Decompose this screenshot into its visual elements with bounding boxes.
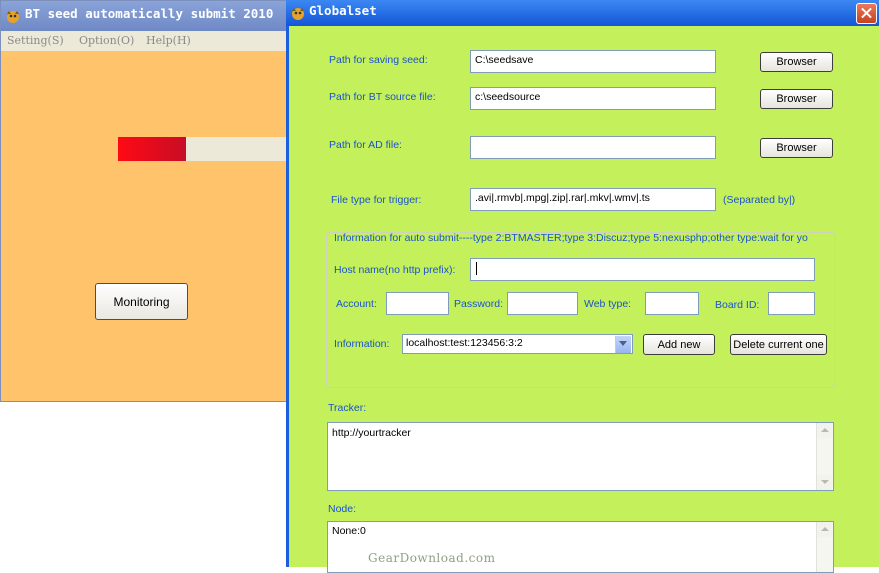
app-icon	[7, 11, 19, 23]
tracker-value: http://yourtracker	[332, 427, 411, 439]
file-type-input[interactable]: .avi|.rmvb|.mpg|.zip|.rar|.mkv|.wmv|.ts	[470, 188, 716, 211]
information-label: Information:	[334, 338, 390, 350]
dialog-title-bar[interactable]: Globalset	[286, 0, 879, 26]
host-name-label: Host name(no http prefix):	[334, 264, 456, 276]
information-select[interactable]: localhost:test:123456:3:2	[402, 334, 633, 354]
app-icon	[292, 8, 304, 20]
ad-path-label: Path for AD file:	[329, 139, 402, 151]
source-path-input[interactable]: c:\seedsource	[470, 87, 716, 110]
board-id-label: Board ID:	[715, 299, 760, 311]
menu-help[interactable]: Help(H)	[146, 34, 191, 47]
file-type-hint: (Separated by|)	[723, 194, 796, 206]
browse-save-path-button[interactable]: Browser	[760, 52, 833, 72]
save-path-input[interactable]: C:\seedsave	[470, 50, 716, 73]
dialog-border	[286, 26, 289, 567]
main-window: BT seed automatically submit 2010 Settin…	[0, 0, 288, 402]
tracker-label: Tracker:	[328, 402, 367, 414]
host-name-input[interactable]	[470, 258, 815, 281]
source-path-label: Path for BT source file:	[329, 91, 436, 103]
watermark: GearDownload.com	[368, 551, 496, 565]
main-window-title: BT seed automatically submit 2010	[25, 6, 274, 21]
chevron-down-icon[interactable]	[615, 336, 631, 353]
scroll-up-icon[interactable]	[817, 522, 832, 537]
main-title-bar[interactable]: BT seed automatically submit 2010	[1, 1, 286, 31]
browse-ad-path-button[interactable]: Browser	[760, 138, 833, 158]
password-input[interactable]	[507, 292, 578, 315]
progress-fill	[118, 137, 186, 161]
web-type-input[interactable]	[645, 292, 699, 315]
account-label: Account:	[336, 298, 377, 310]
save-path-label: Path for saving seed:	[329, 54, 428, 66]
text-caret	[476, 262, 477, 275]
menu-setting[interactable]: Setting(S)	[7, 34, 64, 47]
node-scrollbar[interactable]	[816, 522, 833, 572]
scroll-down-icon[interactable]	[817, 475, 832, 490]
ad-path-input[interactable]	[470, 136, 716, 159]
dialog-title: Globalset	[309, 3, 377, 18]
auto-submit-group-caption: Information for auto submit----type 2:BT…	[334, 232, 808, 244]
monitoring-button[interactable]: Monitoring	[95, 283, 188, 320]
tracker-textarea[interactable]: http://yourtracker	[327, 422, 834, 491]
information-select-value: localhost:test:123456:3:2	[406, 337, 523, 349]
add-new-button[interactable]: Add new	[643, 334, 715, 355]
browse-source-path-button[interactable]: Browser	[760, 89, 833, 109]
password-label: Password:	[454, 298, 504, 310]
node-label: Node:	[328, 503, 357, 515]
progress-bar	[118, 137, 288, 161]
node-textarea[interactable]: None:0	[327, 521, 834, 573]
board-id-input[interactable]	[768, 292, 815, 315]
web-type-label: Web type:	[584, 298, 632, 310]
node-value: None:0	[332, 525, 366, 537]
globalset-dialog: Globalset Path for saving seed: C:\seeds…	[286, 0, 879, 573]
close-button[interactable]	[856, 3, 877, 24]
tracker-scrollbar[interactable]	[816, 423, 833, 490]
account-input[interactable]	[386, 292, 449, 315]
menu-option[interactable]: Option(O)	[79, 34, 134, 47]
file-type-label: File type for trigger:	[331, 194, 422, 206]
scroll-up-icon[interactable]	[817, 423, 832, 438]
menu-bar: Setting(S) Option(O) Help(H)	[1, 31, 286, 51]
delete-current-button[interactable]: Delete current one	[730, 334, 827, 355]
